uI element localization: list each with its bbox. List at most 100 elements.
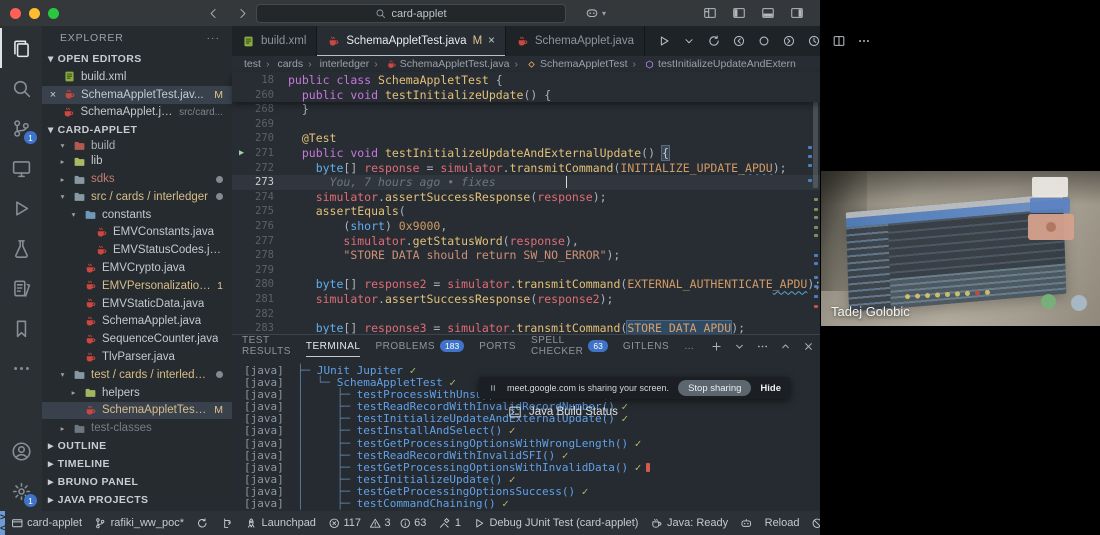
chevron-down-icon[interactable] — [733, 340, 746, 353]
command-center-search[interactable]: card-applet — [256, 4, 566, 23]
code-line[interactable]: 282 — [232, 307, 820, 322]
zoom-button[interactable] — [48, 7, 59, 19]
panel-right-icon[interactable] — [790, 6, 804, 20]
code-line[interactable]: 275 assertEquals( — [232, 204, 820, 219]
close-icon[interactable]: × — [48, 89, 58, 101]
activity-item-run-debug[interactable] — [0, 188, 42, 228]
sync-spin-icon[interactable] — [707, 34, 721, 48]
tree-folder[interactable]: ▸ lib — [42, 152, 232, 170]
tree-file[interactable]: SchemaApplet.java — [42, 313, 232, 331]
activity-item-bookmarks[interactable] — [0, 308, 42, 348]
chevron-icon[interactable]: ▸ — [57, 424, 68, 433]
chevron-icon[interactable]: ▾ — [57, 192, 68, 201]
close-icon[interactable] — [802, 340, 815, 353]
tree-folder[interactable]: ▾ test / cards / interledger — [42, 366, 232, 384]
sidebar-more-icon[interactable]: ··· — [207, 32, 221, 44]
more-h-icon[interactable] — [756, 340, 769, 353]
editor-tab[interactable]: SchemaApplet.java — [505, 26, 645, 56]
sticky-line[interactable]: 260 public void testInitializeUpdate() { — [232, 88, 820, 103]
chevron-icon[interactable]: ▸ — [57, 175, 68, 184]
tree-file[interactable]: TlvParser.java — [42, 348, 232, 366]
sticky-line[interactable]: 18 public class SchemaAppletTest { — [232, 73, 820, 88]
sidebar-section-bruno-panel[interactable]: ▸ BRUNO PANEL — [42, 473, 232, 491]
run-icon[interactable] — [657, 34, 671, 48]
chevron-icon[interactable]: ▾ — [68, 210, 79, 219]
code-line[interactable]: 279 — [232, 263, 820, 278]
sidebar-section-outline[interactable]: ▸ OUTLINE — [42, 437, 232, 455]
code-line[interactable]: 268 } — [232, 102, 820, 117]
panel-tab-gitlens[interactable]: GITLENS — [623, 335, 669, 357]
close-button[interactable] — [10, 7, 21, 19]
code-line[interactable]: 276 (short) 0x9000, — [232, 219, 820, 234]
circle-icon[interactable] — [757, 34, 771, 48]
status-item[interactable] — [190, 517, 215, 530]
activity-item-account[interactable] — [0, 431, 42, 471]
code-line[interactable]: 280 byte[] response2 = simulator.transmi… — [232, 277, 820, 292]
tree-file[interactable]: EMVPersonalization.java 1 — [42, 277, 232, 295]
editor-tab[interactable]: SchemaAppletTest.java M × — [317, 26, 506, 56]
breadcrumb-item[interactable]: cards — [261, 58, 303, 70]
activity-item-snippets[interactable] — [0, 268, 42, 308]
activity-item-search[interactable] — [0, 68, 42, 108]
tree-file[interactable]: SchemaAppletTest.java M — [42, 401, 232, 420]
step-back-icon[interactable] — [732, 34, 746, 48]
status-item-launchpad[interactable]: Launchpad — [239, 517, 322, 530]
chevron-icon[interactable]: ▸ — [68, 388, 79, 397]
close-icon[interactable]: × — [488, 35, 495, 47]
history-icon[interactable] — [807, 34, 821, 48]
activity-item-more[interactable] — [0, 348, 42, 388]
forward-icon[interactable] — [236, 7, 249, 20]
sidebar-section-java-projects[interactable]: ▸ JAVA PROJECTS — [42, 491, 232, 509]
panel-tab-test-results[interactable]: TEST RESULTS — [242, 335, 291, 357]
status-item-reload[interactable]: Reload — [759, 517, 806, 529]
copilot-menu[interactable]: ▾ — [585, 6, 606, 20]
project-header[interactable]: ▾ CARD-APPLET — [42, 121, 232, 139]
hide-link[interactable]: Hide — [760, 383, 781, 394]
tree-file[interactable]: SequenceCounter.java — [42, 330, 232, 348]
tree-folder[interactable]: ▾ src / cards / interledger — [42, 188, 232, 206]
status-item-java-ready[interactable]: Java: Ready — [644, 517, 734, 530]
panel-tab-ports[interactable]: PORTS — [479, 335, 516, 357]
code-line[interactable]: 281 simulator.assertSuccessResponse(resp… — [232, 292, 820, 307]
code-editor[interactable]: 268 } 269 270 @Test 271 ▶ public void testIn… — [232, 102, 820, 334]
status-item-debug-junit-test-card-applet-[interactable]: Debug JUnit Test (card-applet) — [467, 517, 644, 530]
stop-sharing-button[interactable]: Stop sharing — [678, 380, 752, 396]
status-item[interactable] — [734, 517, 759, 530]
status-item[interactable] — [214, 517, 239, 530]
back-icon[interactable] — [207, 7, 220, 20]
chevron-icon[interactable]: ▾ — [57, 370, 68, 379]
run-test-icon[interactable]: ▶ — [239, 148, 244, 158]
code-line[interactable]: 277 simulator.getStatusWord(response), — [232, 234, 820, 249]
breadcrumb-item[interactable]: SchemaAppletTest.java — [369, 58, 509, 70]
code-line[interactable]: 278 "STORE DATA should return SW_NO_ERRO… — [232, 248, 820, 263]
tree-folder[interactable]: ▸ test-classes — [42, 419, 232, 437]
code-line[interactable]: 283 byte[] response3 = simulator.transmi… — [232, 320, 820, 334]
breadcrumb[interactable]: test cards interledger SchemaAppletTest.jav… — [232, 56, 820, 72]
open-editors-header[interactable]: ▾ OPEN EDITORS — [42, 50, 232, 68]
activity-item-remote-explorer[interactable] — [0, 148, 42, 188]
chevron-up-icon[interactable] — [779, 340, 792, 353]
panel-left-icon[interactable] — [732, 6, 746, 20]
plus-icon[interactable] — [710, 340, 723, 353]
tree-file[interactable]: EMVCrypto.java — [42, 259, 232, 277]
step-forward-icon[interactable] — [782, 34, 796, 48]
code-line[interactable]: 272 byte[] response = simulator.transmit… — [232, 161, 820, 176]
split-icon[interactable] — [832, 34, 846, 48]
open-editor-item[interactable]: × SchemaAppletTest.jav... M — [42, 85, 232, 104]
panel-tab-terminal[interactable]: TERMINAL — [306, 335, 361, 357]
chevron-icon[interactable]: ▾ — [57, 141, 68, 150]
status-item-card-applet[interactable]: card-applet — [5, 517, 89, 530]
java-build-status[interactable]: Java Build Status — [508, 405, 618, 419]
status-item-rafiki-ww-poc-[interactable]: rafiki_ww_poc* — [88, 517, 190, 530]
status-problems[interactable]: 117 3 63 — [322, 517, 432, 530]
layout-icon[interactable] — [703, 6, 717, 20]
activity-item-files[interactable] — [0, 28, 42, 68]
minimize-button[interactable] — [29, 7, 40, 19]
tree-folder[interactable]: ▸ sdks — [42, 170, 232, 188]
breadcrumb-item[interactable]: test — [244, 58, 261, 70]
tree-file[interactable]: EMVConstants.java — [42, 224, 232, 242]
breadcrumb-item[interactable]: testInitializeUpdateAndExtern — [628, 58, 796, 70]
code-line[interactable]: 270 @Test — [232, 131, 820, 146]
tree-folder[interactable]: ▾ build — [42, 139, 232, 152]
code-line[interactable]: 273 You, 7 hours ago • fixes — [232, 175, 820, 190]
